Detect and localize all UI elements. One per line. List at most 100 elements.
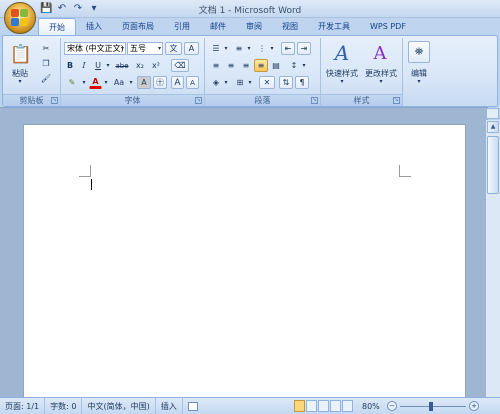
styles-group-label: 样式 [321, 94, 402, 106]
ribbon-tabs: 开始 插入 页面布局 引用 邮件 审阅 视图 开发工具 WPS PDF [0, 18, 500, 35]
cut-icon[interactable]: ✂ [39, 42, 53, 55]
paragraph-group-label: 段落 [205, 94, 320, 106]
shading-icon[interactable]: ◈ [209, 76, 223, 89]
strikethrough-button[interactable]: abe [113, 59, 131, 72]
highlight-dropdown-icon[interactable]: ▾ [81, 76, 87, 89]
vertical-scrollbar[interactable]: ▲ [485, 120, 500, 397]
paste-icon[interactable]: 📋 [9, 41, 33, 67]
clipboard-launcher-icon[interactable]: ↘ [51, 97, 58, 104]
office-button[interactable] [4, 2, 36, 34]
paste-dropdown-icon[interactable]: ▾ [13, 78, 27, 85]
numbering-icon[interactable]: ≡ [232, 42, 246, 55]
print-layout-icon[interactable] [294, 400, 305, 412]
zoom-out-icon[interactable]: − [387, 401, 397, 411]
scroll-up-icon[interactable]: ▲ [487, 121, 499, 133]
macro-record-icon [187, 401, 198, 411]
asian-layout-icon[interactable]: ✕ [259, 76, 275, 89]
ruler-toggle-icon[interactable] [486, 108, 499, 119]
zoom-slider-track[interactable] [400, 406, 466, 407]
quick-styles-icon[interactable]: A [331, 41, 353, 65]
phonetic-guide-button[interactable]: 文 [165, 42, 182, 55]
crop-mark-top-right [399, 165, 411, 177]
underline-button[interactable]: U [92, 59, 104, 72]
decrease-indent-icon[interactable]: ⇤ [281, 42, 295, 55]
subscript-button[interactable]: x₂ [133, 59, 147, 72]
font-size-select[interactable]: 五号 ▾ [127, 42, 163, 55]
justify-icon[interactable]: ≡ [254, 59, 268, 72]
bullets-icon[interactable]: ☰ [209, 42, 223, 55]
char-shading-button[interactable]: A [137, 76, 151, 89]
window-title: 文档 1 - Microsoft Word [198, 6, 302, 16]
clear-formatting-icon[interactable]: ⌫ [171, 59, 189, 72]
zoom-in-icon[interactable]: + [469, 401, 479, 411]
line-spacing-dropdown-icon[interactable]: ▾ [301, 59, 307, 72]
numbering-dropdown-icon[interactable]: ▾ [246, 42, 252, 55]
macro-record-item[interactable] [183, 398, 203, 414]
scroll-thumb[interactable] [487, 136, 499, 194]
multilevel-list-icon[interactable]: ⋮ [255, 42, 269, 55]
editing-group: ⛯ 编辑 ▾ [405, 38, 433, 106]
align-right-icon[interactable]: ≡ [239, 59, 253, 72]
multilevel-dropdown-icon[interactable]: ▾ [269, 42, 275, 55]
phonetic-guide-label: 文 [169, 44, 178, 53]
zoom-slider-thumb[interactable] [429, 402, 433, 411]
paragraph-launcher-icon[interactable]: ↘ [311, 97, 318, 104]
font-name-select[interactable]: 宋体 (中文正文) ▾ [64, 42, 126, 55]
full-screen-reading-icon[interactable] [306, 400, 317, 412]
zoom-level[interactable]: 80% [362, 398, 380, 414]
superscript-button[interactable]: x² [149, 59, 163, 72]
tab-insert[interactable]: 插入 [76, 18, 112, 35]
tab-view[interactable]: 视图 [272, 18, 308, 35]
tab-page-layout[interactable]: 页面布局 [112, 18, 164, 35]
insert-mode[interactable]: 插入 [156, 397, 183, 414]
sort-icon[interactable]: ⇅ [279, 76, 293, 89]
draft-view-icon[interactable] [342, 400, 353, 412]
web-layout-icon[interactable] [318, 400, 329, 412]
outline-view-icon[interactable] [330, 400, 341, 412]
line-spacing-icon[interactable]: ↕ [287, 59, 301, 72]
tab-wps-pdf[interactable]: WPS PDF [360, 18, 416, 35]
font-color-button[interactable]: A [89, 76, 102, 89]
language-indicator[interactable]: 中文(简体，中国) [82, 397, 156, 414]
char-border-label: A [188, 44, 195, 53]
document-area [0, 107, 488, 404]
borders-dropdown-icon[interactable]: ▾ [247, 76, 253, 89]
italic-button[interactable]: I [78, 59, 90, 72]
char-border-button[interactable]: A [184, 42, 199, 55]
change-styles-dropdown-icon[interactable]: ▾ [374, 78, 388, 85]
binoculars-icon[interactable]: ⛯ [408, 41, 430, 63]
change-case-dropdown-icon[interactable]: ▾ [128, 76, 134, 89]
tab-review[interactable]: 审阅 [236, 18, 272, 35]
grow-font-button[interactable]: A [171, 76, 184, 89]
shading-dropdown-icon[interactable]: ▾ [223, 76, 229, 89]
word-count[interactable]: 字数: 0 [45, 397, 83, 414]
tab-developer[interactable]: 开发工具 [308, 18, 360, 35]
show-marks-icon[interactable]: ¶ [295, 76, 309, 89]
borders-icon[interactable]: ⊞ [233, 76, 247, 89]
bullets-dropdown-icon[interactable]: ▾ [223, 42, 229, 55]
ribbon: 📋 粘贴 ▾ ✂ ❐ 🖌 剪贴板 ↘ 宋体 (中文正文) ▾ 五号 ▾ 文 A … [2, 35, 498, 107]
editing-dropdown-icon[interactable]: ▾ [412, 78, 426, 85]
highlight-icon[interactable]: ✎ [64, 76, 80, 89]
format-painter-icon[interactable]: 🖌 [39, 72, 53, 85]
styles-launcher-icon[interactable]: ↘ [393, 97, 400, 104]
distributed-icon[interactable]: ▤ [269, 59, 283, 72]
change-case-button[interactable]: Aa [111, 76, 127, 89]
increase-indent-icon[interactable]: ⇥ [297, 42, 311, 55]
underline-dropdown-icon[interactable]: ▾ [105, 59, 111, 72]
enclose-chars-button[interactable]: ㊉ [153, 76, 167, 89]
align-center-icon[interactable]: ≡ [224, 59, 238, 72]
tab-mailings[interactable]: 邮件 [200, 18, 236, 35]
quick-styles-dropdown-icon[interactable]: ▾ [335, 78, 349, 85]
shrink-font-button[interactable]: A [186, 76, 199, 89]
document-page[interactable] [23, 124, 466, 404]
bold-button[interactable]: B [64, 59, 76, 72]
align-left-icon[interactable]: ≡ [209, 59, 223, 72]
tab-references[interactable]: 引用 [164, 18, 200, 35]
tab-home[interactable]: 开始 [38, 18, 76, 35]
copy-icon[interactable]: ❐ [39, 57, 53, 70]
change-styles-icon[interactable]: A [369, 41, 391, 65]
font-launcher-icon[interactable]: ↘ [195, 97, 202, 104]
font-color-dropdown-icon[interactable]: ▾ [103, 76, 109, 89]
page-count[interactable]: 页面: 1/1 [0, 397, 46, 414]
